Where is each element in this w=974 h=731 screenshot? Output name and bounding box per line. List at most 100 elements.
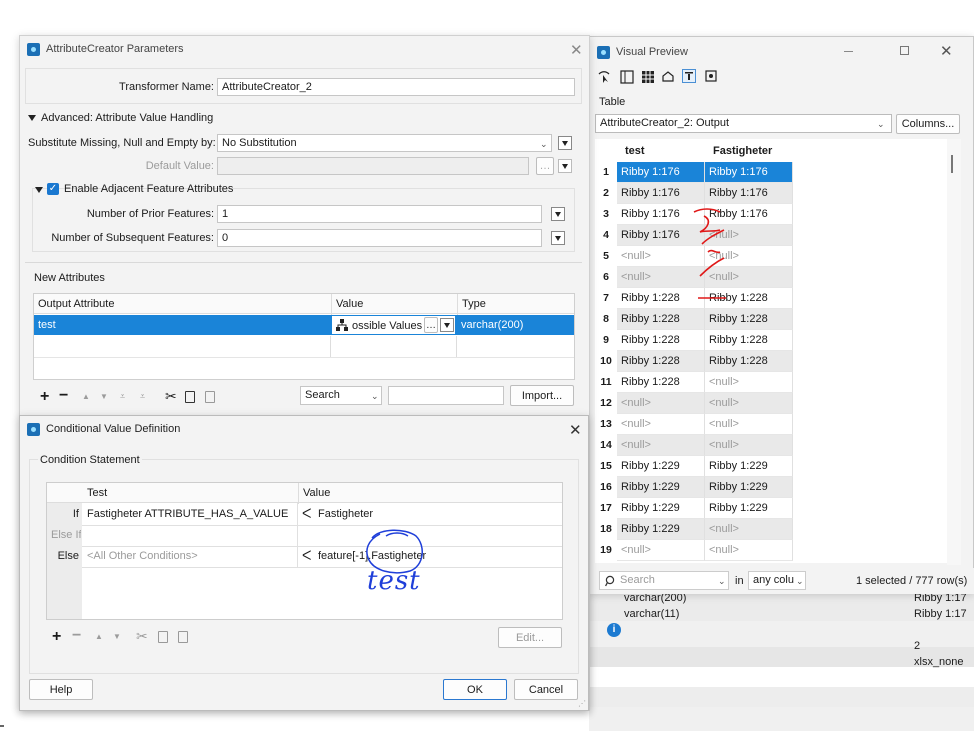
row-number[interactable]: 16 (595, 477, 617, 498)
default-value-input[interactable] (217, 157, 529, 175)
table-row[interactable]: 12 <null> <null> (595, 393, 957, 414)
default-value-menu-arrow[interactable] (558, 159, 572, 173)
cell-fastigheter[interactable]: Ribby 1:228 (705, 351, 793, 372)
row-number[interactable]: 13 (595, 414, 617, 435)
import-button[interactable]: Import... (510, 385, 574, 406)
value-menu-arrow[interactable] (440, 318, 454, 332)
cell-test[interactable]: Ribby 1:229 (617, 519, 705, 540)
add-icon[interactable]: + (40, 388, 49, 406)
ok-button[interactable]: OK (443, 679, 507, 700)
cancel-button[interactable]: Cancel (514, 679, 578, 700)
enable-adjacent-label[interactable]: Enable Adjacent Feature Attributes (64, 183, 233, 195)
col-header-test[interactable]: test (625, 145, 645, 157)
table-row[interactable]: 14 <null> <null> (595, 435, 957, 456)
output-attribute-cell[interactable]: test (34, 315, 330, 336)
adjacent-collapse-triangle-icon[interactable] (35, 187, 43, 193)
type-cell[interactable]: varchar(200) (457, 315, 574, 336)
table-row[interactable]: 16 Ribby 1:229 Ribby 1:229 (595, 477, 957, 498)
move-down-icon[interactable]: ▼ (113, 632, 121, 641)
move-down-icon[interactable]: ▼ (100, 392, 108, 401)
remove-icon[interactable]: − (59, 387, 68, 405)
transformer-name-input[interactable]: AttributeCreator_2 (217, 78, 575, 96)
row-number[interactable]: 11 (595, 372, 617, 393)
row-number[interactable]: 7 (595, 288, 617, 309)
add-icon[interactable]: + (52, 628, 61, 646)
cell-test[interactable]: <null> (617, 393, 705, 414)
cell-test[interactable]: Ribby 1:229 (617, 498, 705, 519)
cell-test[interactable]: Ribby 1:228 (617, 351, 705, 372)
col-header-output-attribute[interactable]: Output Attribute (34, 294, 330, 315)
col-header-value[interactable]: Value (331, 294, 456, 315)
if-value-cell[interactable]: Fastigheter (314, 504, 554, 525)
cell-fastigheter[interactable]: <null> (705, 372, 793, 393)
value-ellipsis-button[interactable]: … (424, 317, 438, 333)
resize-grip-icon[interactable]: ⋰ (578, 699, 586, 708)
cell-test[interactable]: <null> (617, 540, 705, 561)
table-row[interactable]: 19 <null> <null> (595, 540, 957, 561)
cell-test[interactable]: <null> (617, 414, 705, 435)
table-row[interactable]: 17 Ribby 1:229 Ribby 1:229 (595, 498, 957, 519)
feature-info-icon[interactable] (682, 69, 696, 83)
geometry-icon[interactable] (661, 70, 675, 84)
table-row[interactable]: 5 <null> <null> (595, 246, 957, 267)
maximize-icon[interactable] (900, 46, 909, 55)
enable-adjacent-checkbox[interactable]: ✓ (47, 183, 59, 195)
cell-fastigheter[interactable]: Ribby 1:229 (705, 456, 793, 477)
if-test-cell[interactable]: Fastigheter ATTRIBUTE_HAS_A_VALUE (83, 504, 297, 525)
substitute-menu-arrow[interactable] (558, 136, 572, 150)
edit-button[interactable]: Edit... (498, 627, 562, 648)
cell-test[interactable]: <null> (617, 435, 705, 456)
cell-test[interactable]: Ribby 1:228 (617, 309, 705, 330)
preview-search-input[interactable]: Search (599, 571, 729, 590)
cell-fastigheter[interactable]: Ribby 1:229 (705, 477, 793, 498)
row-number[interactable]: 3 (595, 204, 617, 225)
table-row[interactable]: 3 Ribby 1:176 Ribby 1:176 (595, 204, 957, 225)
attr-search-select[interactable]: Search (300, 386, 382, 405)
move-up-icon[interactable]: ▲ (95, 632, 103, 641)
subsequent-features-input[interactable]: 0 (217, 229, 542, 247)
move-bottom-icon[interactable]: ⩡ (120, 391, 125, 402)
table-row[interactable]: 8 Ribby 1:228 Ribby 1:228 (595, 309, 957, 330)
table-row[interactable]: 7 Ribby 1:228 Ribby 1:228 (595, 288, 957, 309)
cell-fastigheter[interactable]: <null> (705, 540, 793, 561)
paste-icon[interactable] (205, 391, 215, 403)
else-test-cell[interactable]: <All Other Conditions> (83, 546, 297, 567)
row-number[interactable]: 18 (595, 519, 617, 540)
search-chevron-icon[interactable]: ⌄ (718, 576, 726, 587)
row-number[interactable]: 19 (595, 540, 617, 561)
default-value-button[interactable]: … (536, 157, 554, 175)
row-number[interactable]: 8 (595, 309, 617, 330)
cell-fastigheter[interactable]: <null> (705, 435, 793, 456)
row-number[interactable]: 9 (595, 330, 617, 351)
row-number[interactable]: 2 (595, 183, 617, 204)
substitute-select[interactable]: No Substitution (217, 134, 552, 152)
row-number[interactable]: 4 (595, 225, 617, 246)
cell-fastigheter[interactable]: <null> (705, 414, 793, 435)
table-source-select[interactable]: AttributeCreator_2: Output (595, 114, 892, 133)
row-number[interactable]: 12 (595, 393, 617, 414)
col-header-test[interactable]: Test (83, 483, 297, 504)
help-button[interactable]: Help (29, 679, 93, 700)
info-icon[interactable]: i (607, 623, 621, 637)
col-header-value[interactable]: Value (298, 483, 562, 504)
col-header-type[interactable]: Type (457, 294, 574, 315)
cell-fastigheter[interactable]: <null> (705, 519, 793, 540)
select-pointer-icon[interactable] (597, 70, 611, 84)
horizontal-scrollbar[interactable] (595, 563, 947, 567)
cell-test[interactable]: Ribby 1:229 (617, 477, 705, 498)
vertical-scrollbar[interactable] (947, 139, 961, 565)
row-number[interactable]: 6 (595, 267, 617, 288)
paste-icon[interactable] (178, 631, 188, 643)
cell-test[interactable]: Ribby 1:229 (617, 456, 705, 477)
else-if-test-cell[interactable] (83, 525, 297, 546)
collapse-triangle-icon[interactable] (28, 115, 36, 121)
row-number[interactable]: 10 (595, 351, 617, 372)
copy-icon[interactable] (185, 391, 195, 403)
table-row[interactable]: 13 <null> <null> (595, 414, 957, 435)
cell-fastigheter[interactable]: Ribby 1:229 (705, 498, 793, 519)
table-row[interactable]: 18 Ribby 1:229 <null> (595, 519, 957, 540)
subsequent-features-menu-arrow[interactable] (551, 231, 565, 245)
copy-icon[interactable] (158, 631, 168, 643)
row-number[interactable]: 15 (595, 456, 617, 477)
row-number[interactable]: 17 (595, 498, 617, 519)
